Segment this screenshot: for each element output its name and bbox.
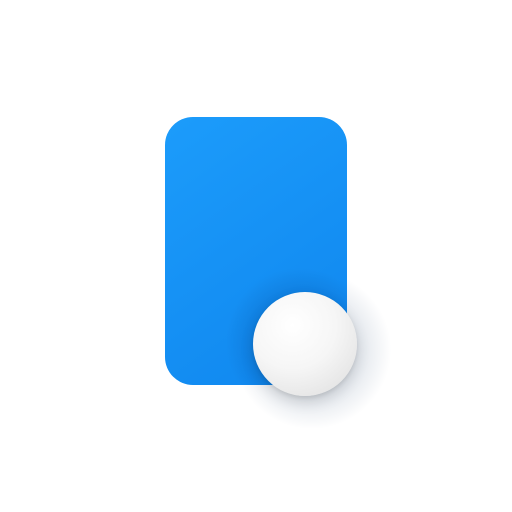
white-circle-badge [253, 292, 357, 396]
app-icon [0, 0, 512, 512]
canvas [0, 0, 512, 512]
